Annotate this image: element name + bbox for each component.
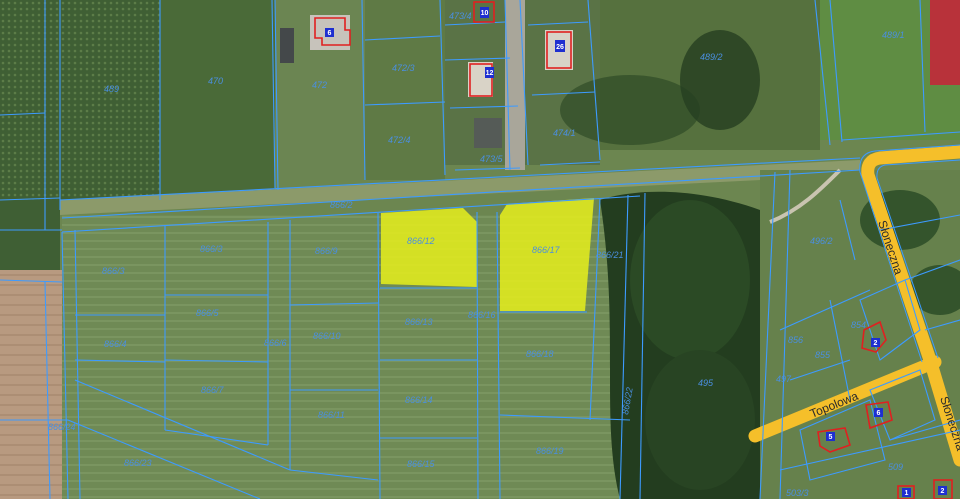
parcel-label: 866/17: [532, 245, 561, 255]
map-canvas[interactable]: 6 10 12 26 2 5 6 1 2 489 470 472 472/3 4…: [0, 0, 960, 499]
parcel-label: 472/4: [388, 135, 411, 145]
parcel-label: 866/23: [124, 458, 152, 468]
house-marker[interactable]: 2: [938, 486, 947, 495]
parcel-label: 866/4: [104, 339, 127, 349]
house-marker[interactable]: 1: [902, 488, 911, 497]
parcel-label: 473/4: [449, 11, 472, 21]
house-marker[interactable]: 6: [325, 28, 334, 37]
parcel-label: 503/3: [786, 488, 809, 498]
house-marker[interactable]: 5: [826, 432, 835, 441]
parcel-label: 495: [698, 378, 714, 388]
svg-text:6: 6: [877, 410, 881, 417]
highlight-plot-866-12[interactable]: [381, 208, 477, 287]
parcel-label: 866/21: [596, 250, 624, 260]
house-marker[interactable]: 2: [871, 338, 880, 347]
parcel-label: 866/5: [196, 308, 220, 318]
parcel-label: 856: [788, 335, 803, 345]
parcel-label: 866/15: [407, 459, 436, 469]
parcel-label: 866/3: [200, 244, 223, 254]
svg-text:5: 5: [829, 434, 833, 441]
parcel-label: 866/7: [201, 385, 225, 395]
parcel-label: 866/14: [405, 395, 433, 405]
svg-text:10: 10: [481, 10, 489, 17]
house-marker[interactable]: 12: [485, 67, 494, 78]
terrain-layer: [0, 0, 960, 499]
parcel-label: 866/13: [405, 317, 433, 327]
svg-text:1: 1: [905, 490, 909, 497]
parcel-label: 866/9: [315, 246, 338, 256]
parcel-label: 472: [312, 80, 327, 90]
parcel-label: 496/2: [810, 236, 833, 246]
parcel-label: 866/12: [407, 236, 435, 246]
parcel-label: 866/19: [536, 446, 564, 456]
parcel-label: 489/2: [700, 52, 723, 62]
house-marker[interactable]: 10: [480, 7, 489, 18]
svg-text:6: 6: [328, 30, 332, 37]
parcel-label: 855: [815, 350, 831, 360]
svg-text:2: 2: [941, 488, 945, 495]
parcel-label: 473/5: [480, 154, 504, 164]
parcel-label: 470: [208, 76, 223, 86]
parcel-label: 866/6: [264, 338, 287, 348]
house-marker[interactable]: 6: [874, 408, 883, 417]
parcel-label: 866/3: [102, 266, 125, 276]
parcel-label: 866/2: [330, 200, 353, 210]
parcel-label: 866/16: [468, 310, 496, 320]
parcel-label: 854: [851, 320, 866, 330]
parcel-label: 474/1: [553, 128, 576, 138]
parcel-label: 472/3: [392, 63, 415, 73]
parcel-label: 497: [776, 374, 792, 384]
svg-text:2: 2: [874, 340, 878, 347]
parcel-label: 866/10: [313, 331, 341, 341]
parcel-label: 866/24: [48, 422, 76, 432]
parcel-label: 489/1: [882, 30, 905, 40]
parcel-label: 489: [104, 84, 119, 94]
parcel-label: 866/11: [318, 410, 345, 420]
svg-text:26: 26: [556, 44, 564, 51]
cadastral-map[interactable]: 6 10 12 26 2 5 6 1 2 489 470 472 472/3 4…: [0, 0, 960, 499]
parcel-label: 509: [888, 462, 903, 472]
parcel-label: 866/18: [526, 349, 554, 359]
svg-text:12: 12: [486, 70, 494, 77]
house-marker[interactable]: 26: [555, 40, 565, 52]
